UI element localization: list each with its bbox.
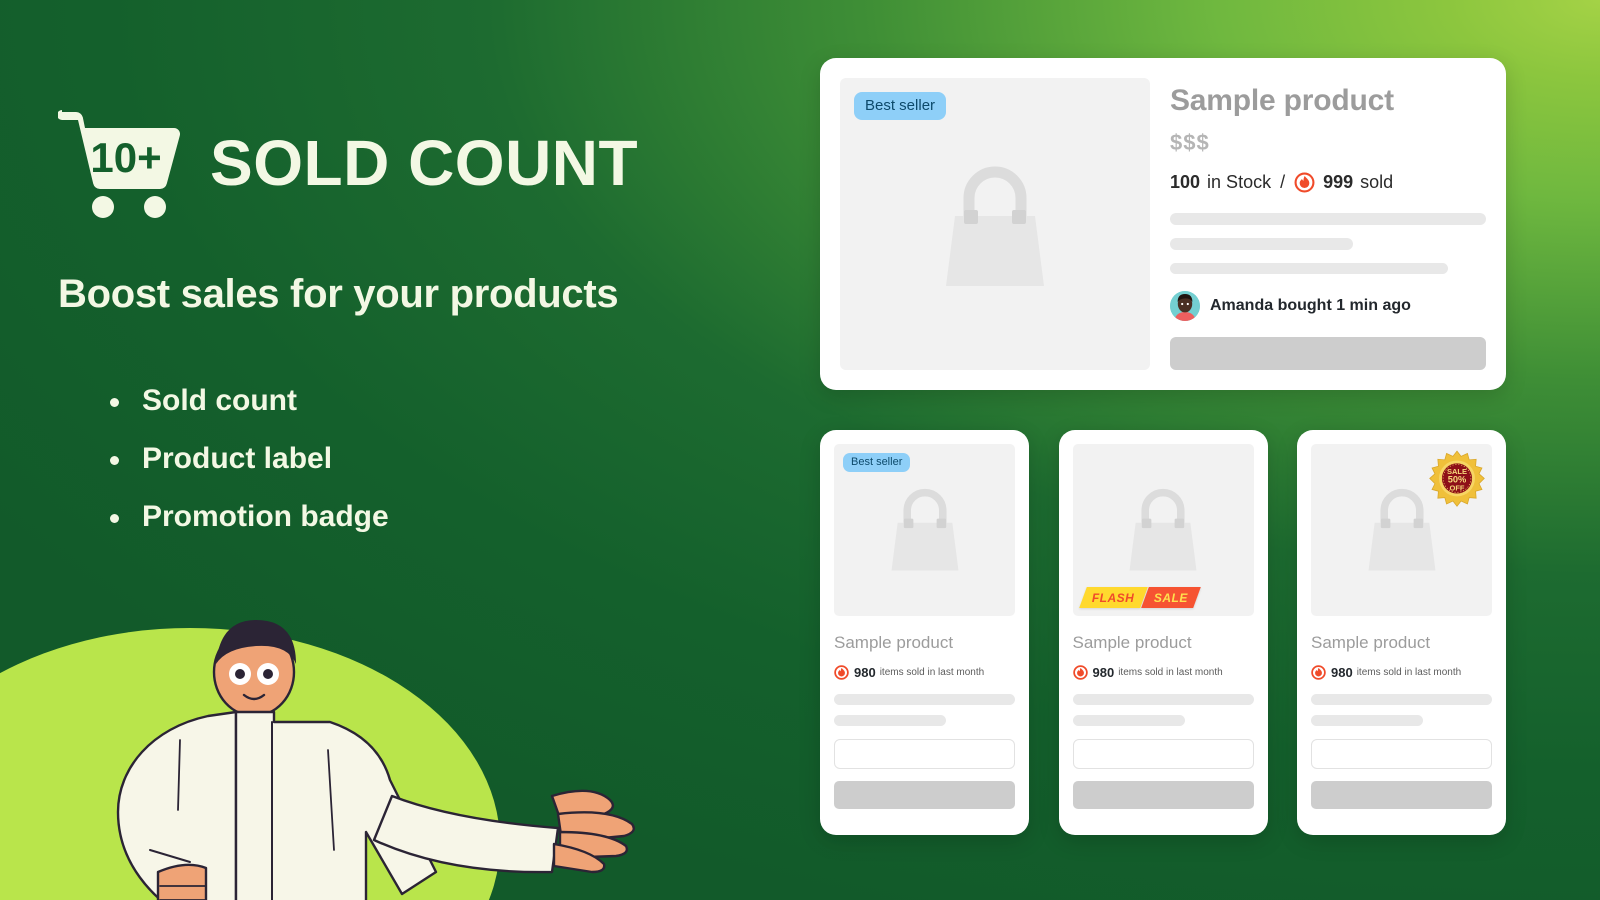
hero-stock-sold-row: 100 in Stock / 999 sold	[1170, 172, 1486, 193]
hero-product-title: Sample product	[1170, 84, 1394, 117]
mini-product-image: SALE 50% OFF	[1311, 444, 1492, 616]
placeholder-line	[1170, 237, 1354, 250]
buyer-notice-text: Amanda bought 1 min ago	[1210, 297, 1411, 315]
hero-stock-count: 100	[1170, 172, 1201, 192]
mini-sold-row: 980 items sold in last month	[1072, 665, 1254, 680]
flame-icon	[1311, 665, 1326, 680]
flash-sale-text-1: FLASH	[1091, 590, 1135, 605]
hero-separator: /	[1280, 172, 1286, 192]
mini-sold-count: 980	[854, 665, 876, 680]
avatar	[1170, 291, 1200, 322]
right-preview-panel: Best seller Sample product $$$ 100 in St…	[820, 0, 1600, 900]
feature-item-product-label: Product label	[104, 442, 389, 476]
quantity-input[interactable]	[1072, 739, 1254, 769]
feature-item-sold-count: Sold count	[104, 384, 389, 418]
feature-item-promotion-badge: Promotion badge	[104, 500, 389, 534]
mini-product-title: Sample product	[834, 633, 954, 652]
mini-product-card-flash-sale[interactable]: FLASH SALE Sample product 980 items sold…	[1058, 430, 1268, 835]
mini-add-to-cart-button[interactable]	[1072, 781, 1254, 809]
hero-product-image: Best seller	[840, 78, 1150, 370]
seal-line-2: 50%	[1448, 474, 1467, 484]
mini-sold-label: items sold in last month	[879, 667, 985, 678]
mini-sold-label: items sold in last month	[1356, 667, 1462, 678]
hero-product-card[interactable]: Best seller Sample product $$$ 100 in St…	[820, 58, 1506, 390]
mini-sold-count: 980	[1092, 665, 1115, 680]
hero-sold-label: sold	[1360, 172, 1394, 192]
mini-product-title: Sample product	[1311, 633, 1431, 652]
best-seller-badge[interactable]: Best seller	[854, 92, 947, 120]
flash-sale-badge[interactable]: FLASH SALE	[1078, 587, 1201, 608]
mini-sold-row: 980 items sold in last month	[1311, 665, 1492, 680]
quantity-input[interactable]	[1311, 739, 1492, 769]
handbag-icon	[946, 166, 1044, 286]
seal-line-3: OFF	[1449, 484, 1464, 493]
mini-product-image: FLASH SALE	[1072, 444, 1254, 616]
mini-product-card-best-seller[interactable]: Best seller Sample product 980 items sol…	[820, 430, 1029, 835]
mini-add-to-cart-button[interactable]	[834, 781, 1015, 809]
mini-sold-count: 980	[1331, 665, 1353, 680]
left-promo-panel: 10+ SOLD COUNT Boost sales for your prod…	[0, 0, 800, 900]
flame-icon	[1294, 172, 1315, 193]
mini-card-row: Best seller Sample product 980 items sol…	[820, 430, 1506, 835]
character-illustration	[116, 620, 635, 900]
placeholder-line	[834, 715, 947, 726]
logo-row: 10+ SOLD COUNT	[58, 104, 638, 222]
best-seller-badge[interactable]: Best seller	[843, 453, 911, 473]
hero-product-price: $$$	[1170, 130, 1210, 155]
quantity-input[interactable]	[834, 739, 1015, 769]
mini-product-card-sale-seal[interactable]: SALE 50% OFF Sample product 980 items so…	[1297, 430, 1506, 835]
promo-title: SOLD COUNT	[210, 127, 639, 199]
placeholder-line	[1072, 715, 1185, 726]
flame-icon	[834, 665, 849, 680]
flame-icon	[1072, 665, 1088, 680]
recent-buyer-notice: Amanda bought 1 min ago	[1170, 291, 1486, 322]
hero-stock-label: in Stock	[1207, 172, 1272, 192]
placeholder-line	[1170, 262, 1449, 275]
shopping-cart-icon: 10+	[58, 110, 181, 218]
placeholder-line	[1311, 694, 1492, 705]
promo-banner: 10+ SOLD COUNT Boost sales for your prod…	[0, 0, 1600, 900]
mini-product-image: Best seller	[834, 444, 1015, 616]
hero-add-to-cart-button[interactable]	[1170, 337, 1486, 370]
hero-product-info: Sample product $$$ 100 in Stock / 999 so…	[1170, 78, 1486, 370]
placeholder-line	[834, 694, 1015, 705]
mini-product-title: Sample product	[1072, 633, 1192, 652]
promo-headline: Boost sales for your products	[58, 272, 619, 316]
placeholder-line	[1072, 694, 1254, 705]
cart-count-text: 10+	[90, 134, 161, 181]
placeholder-line	[1170, 213, 1486, 225]
mini-sold-label: items sold in last month	[1118, 667, 1223, 678]
handbag-icon	[891, 488, 958, 571]
flash-sale-text-2: SALE	[1154, 590, 1189, 605]
mini-add-to-cart-button[interactable]	[1311, 781, 1492, 809]
sale-50-off-seal-badge[interactable]: SALE 50% OFF	[1428, 450, 1486, 508]
handbag-icon	[1129, 488, 1197, 571]
placeholder-line	[1311, 715, 1424, 726]
hero-sold-count: 999	[1323, 172, 1354, 192]
feature-list: Sold count Product label Promotion badge	[104, 384, 389, 558]
mini-sold-row: 980 items sold in last month	[834, 665, 1015, 680]
